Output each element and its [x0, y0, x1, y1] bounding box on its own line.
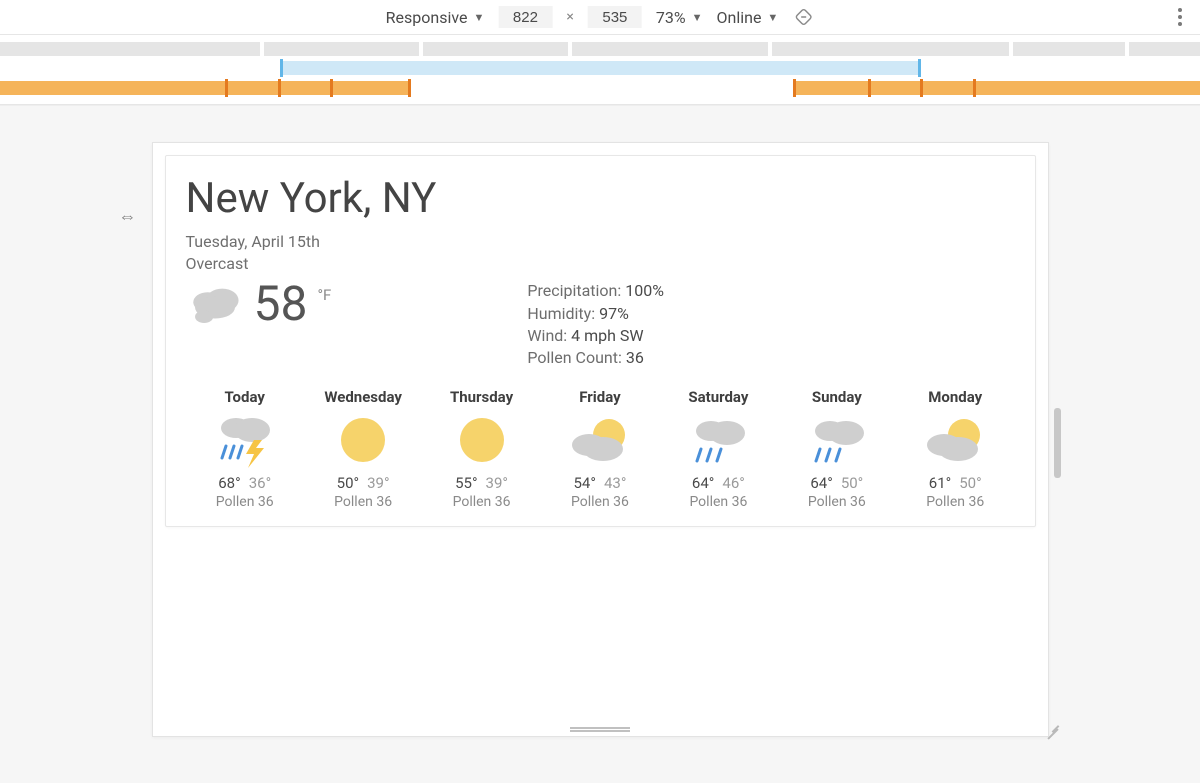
forecast-day[interactable]: Today 68° 36° Pollen 36: [186, 388, 304, 510]
rotate-icon[interactable]: [792, 6, 814, 28]
day-name: Wednesday: [308, 388, 418, 406]
rain-icon: [663, 412, 773, 468]
forecast-day[interactable]: Sunday 64° 50° Pollen 36: [778, 388, 896, 510]
day-pollen: Pollen 36: [663, 494, 773, 510]
day-name: Friday: [545, 388, 655, 406]
lo-temp: 39°: [367, 474, 389, 492]
cloud-icon: [186, 280, 244, 332]
lo-temp: 50°: [841, 474, 863, 492]
hi-temp: 50°: [337, 474, 359, 492]
viewport-width-input[interactable]: [498, 6, 552, 28]
weather-stats: Precipitation: 100% Humidity: 97% Wind: …: [527, 280, 664, 370]
device-label: Responsive: [386, 8, 468, 27]
partly-icon: [900, 412, 1010, 468]
breakpoint-ruler[interactable]: [0, 35, 1200, 105]
day-temps: 50° 39°: [308, 474, 418, 492]
day-pollen: Pollen 36: [190, 494, 300, 510]
hi-temp: 64°: [810, 474, 832, 492]
forecast-day[interactable]: Monday 61° 50° Pollen 36: [896, 388, 1014, 510]
lo-temp: 50°: [959, 474, 981, 492]
resize-handle-corner-icon[interactable]: [1046, 724, 1060, 738]
device-dropdown[interactable]: Responsive ▼: [386, 8, 485, 27]
day-temps: 54° 43°: [545, 474, 655, 492]
current-temp: 58: [254, 280, 308, 328]
device-stage: ⇔ New York, NY Tuesday, April 15th Overc…: [0, 105, 1200, 783]
rain-icon: [782, 412, 892, 468]
pollen-label: Pollen Count:: [527, 348, 622, 367]
day-pollen: Pollen 36: [426, 494, 536, 510]
date-text: Tuesday, April 15th: [186, 231, 1015, 253]
day-pollen: Pollen 36: [308, 494, 418, 510]
hi-temp: 68°: [218, 474, 240, 492]
location-title: New York, NY: [186, 174, 1015, 223]
lo-temp: 39°: [486, 474, 508, 492]
hi-temp: 61°: [929, 474, 951, 492]
emulated-viewport[interactable]: ⇔ New York, NY Tuesday, April 15th Overc…: [152, 142, 1049, 737]
network-dropdown[interactable]: Online ▼: [716, 8, 778, 27]
resize-handle-bottom-icon[interactable]: [570, 727, 630, 732]
day-temps: 64° 46°: [663, 474, 773, 492]
dimension-separator: ×: [566, 9, 573, 25]
ruler-row-orange: [0, 81, 1200, 95]
day-temps: 68° 36°: [190, 474, 300, 492]
condition-text: Overcast: [186, 253, 1015, 275]
current-conditions: 58 °F Precipitation: 100% Humidity: 97% …: [186, 280, 1015, 370]
devtools-toolbar: Responsive ▼ × 73% ▼ Online ▼: [0, 0, 1200, 35]
ruler-row-blue: [0, 61, 1200, 75]
hi-temp: 55°: [455, 474, 477, 492]
humidity-value: 97%: [599, 304, 629, 323]
sunny-icon: [308, 412, 418, 468]
viewport-height-input[interactable]: [588, 6, 642, 28]
sunny-icon: [426, 412, 536, 468]
day-temps: 64° 50°: [782, 474, 892, 492]
precip-label: Precipitation:: [527, 281, 621, 300]
hi-temp: 64°: [692, 474, 714, 492]
pollen-value: 36: [626, 348, 644, 367]
lo-temp: 46°: [722, 474, 744, 492]
chevron-down-icon: ▼: [474, 11, 485, 24]
hi-temp: 54°: [574, 474, 596, 492]
more-menu-icon[interactable]: [1168, 8, 1192, 26]
forecast-row: Today 68° 36° Pollen 36 Wednesday 50° 39° Pol…: [186, 388, 1015, 510]
day-name: Sunday: [782, 388, 892, 406]
forecast-day[interactable]: Wednesday 50° 39° Pollen 36: [304, 388, 422, 510]
vertical-scrollbar[interactable]: [1054, 408, 1060, 478]
partly-icon: [545, 412, 655, 468]
forecast-day[interactable]: Saturday 64° 46° Pollen 36: [659, 388, 777, 510]
day-pollen: Pollen 36: [900, 494, 1010, 510]
weather-card: New York, NY Tuesday, April 15th Overcas…: [165, 155, 1036, 527]
zoom-value: 73%: [656, 8, 686, 27]
lo-temp: 43°: [604, 474, 626, 492]
forecast-day[interactable]: Thursday 55° 39° Pollen 36: [422, 388, 540, 510]
day-pollen: Pollen 36: [782, 494, 892, 510]
ruler-row-gray: [0, 42, 1200, 56]
humidity-label: Humidity:: [527, 304, 595, 323]
resize-handle-left-icon[interactable]: ⇔: [119, 206, 137, 227]
precip-value: 100%: [625, 281, 664, 300]
forecast-day[interactable]: Friday 54° 43° Pollen 36: [541, 388, 659, 510]
network-value: Online: [716, 8, 761, 27]
wind-label: Wind:: [527, 326, 567, 345]
temp-unit: °F: [317, 286, 331, 304]
day-temps: 61° 50°: [900, 474, 1010, 492]
day-name: Monday: [900, 388, 1010, 406]
chevron-down-icon: ▼: [767, 11, 778, 24]
zoom-dropdown[interactable]: 73% ▼: [656, 8, 703, 27]
day-temps: 55° 39°: [426, 474, 536, 492]
day-name: Today: [190, 388, 300, 406]
day-pollen: Pollen 36: [545, 494, 655, 510]
storm-icon: [190, 412, 300, 468]
chevron-down-icon: ▼: [692, 11, 703, 24]
day-name: Thursday: [426, 388, 536, 406]
wind-value: 4 mph SW: [571, 326, 643, 345]
day-name: Saturday: [663, 388, 773, 406]
lo-temp: 36°: [249, 474, 271, 492]
